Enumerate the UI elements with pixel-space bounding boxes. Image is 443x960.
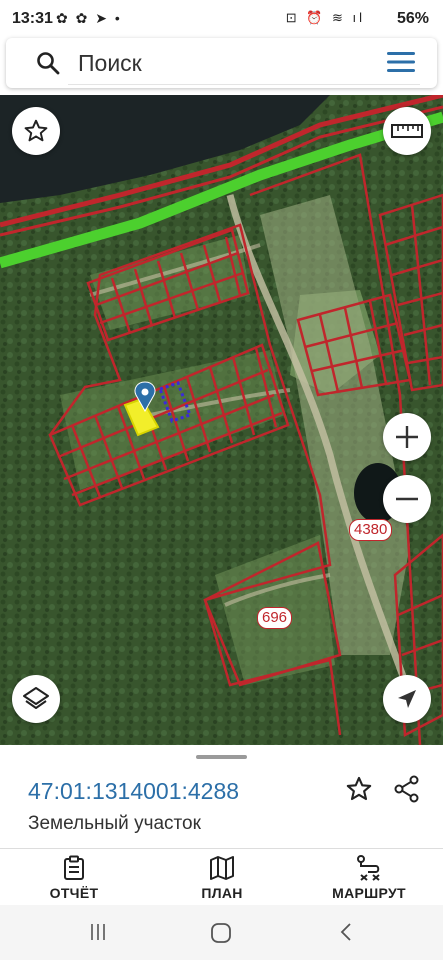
parcel-type: Земельный участок bbox=[28, 813, 201, 834]
zoom-out-button[interactable] bbox=[383, 475, 431, 523]
share-icon[interactable] bbox=[393, 775, 421, 808]
route-tab-label: МАРШРУТ bbox=[332, 885, 406, 901]
home-icon[interactable] bbox=[210, 922, 232, 949]
ruler-button[interactable] bbox=[383, 107, 431, 155]
notification-icons: ✿ ✿ ➤ • bbox=[56, 10, 122, 26]
route-icon bbox=[357, 855, 380, 881]
search-input[interactable]: Поиск bbox=[78, 50, 142, 77]
battery-level: 56% bbox=[396, 10, 429, 27]
system-status-icons: ⊡ ⏰ ≋ ıl bbox=[285, 10, 365, 25]
favorites-button[interactable] bbox=[12, 107, 60, 155]
parcel-number-label[interactable]: 696 bbox=[257, 607, 293, 629]
drag-handle[interactable] bbox=[196, 755, 247, 759]
system-nav-bar bbox=[0, 905, 443, 960]
navigation-arrow-icon bbox=[398, 690, 416, 708]
report-clipboard-icon bbox=[64, 855, 84, 880]
status-time: 13:31 bbox=[12, 10, 53, 27]
search-icon[interactable] bbox=[36, 51, 60, 80]
satellite-map[interactable] bbox=[0, 95, 443, 745]
map-view[interactable]: 4380 696 bbox=[0, 95, 443, 745]
plan-tab[interactable]: ПЛАН bbox=[162, 855, 282, 901]
zoom-in-button[interactable] bbox=[383, 413, 431, 461]
plan-tab-label: ПЛАН bbox=[201, 885, 243, 901]
my-location-button[interactable] bbox=[383, 675, 431, 723]
layers-icon bbox=[23, 687, 49, 709]
parcel-number-label[interactable]: 4380 bbox=[349, 519, 393, 541]
search-underline bbox=[68, 84, 420, 85]
report-tab-label: ОТЧЁТ bbox=[49, 885, 99, 901]
bottom-nav: ОТЧЁТ ПЛАН МАРШРУТ bbox=[0, 848, 443, 906]
ruler-icon bbox=[391, 124, 423, 138]
route-tab[interactable]: МАРШРУТ bbox=[309, 855, 429, 901]
parcel-info-panel: 47:01:1314001:4288 Земельный участок bbox=[0, 745, 443, 848]
map-icon bbox=[210, 856, 234, 880]
favorite-star-icon[interactable] bbox=[345, 775, 373, 808]
search-bar[interactable]: Поиск bbox=[6, 38, 437, 88]
back-icon[interactable] bbox=[336, 922, 356, 947]
status-bar: 13:31 ✿ ✿ ➤ • ⊡ ⏰ ≋ ıl 56% bbox=[0, 0, 443, 40]
plus-icon bbox=[396, 426, 418, 448]
recent-apps-icon[interactable] bbox=[88, 922, 108, 947]
minus-icon bbox=[396, 497, 418, 501]
menu-icon[interactable] bbox=[387, 52, 415, 77]
cadastral-number[interactable]: 47:01:1314001:4288 bbox=[28, 778, 239, 805]
star-icon bbox=[24, 119, 48, 142]
report-tab[interactable]: ОТЧЁТ bbox=[14, 855, 134, 901]
layers-button[interactable] bbox=[12, 675, 60, 723]
